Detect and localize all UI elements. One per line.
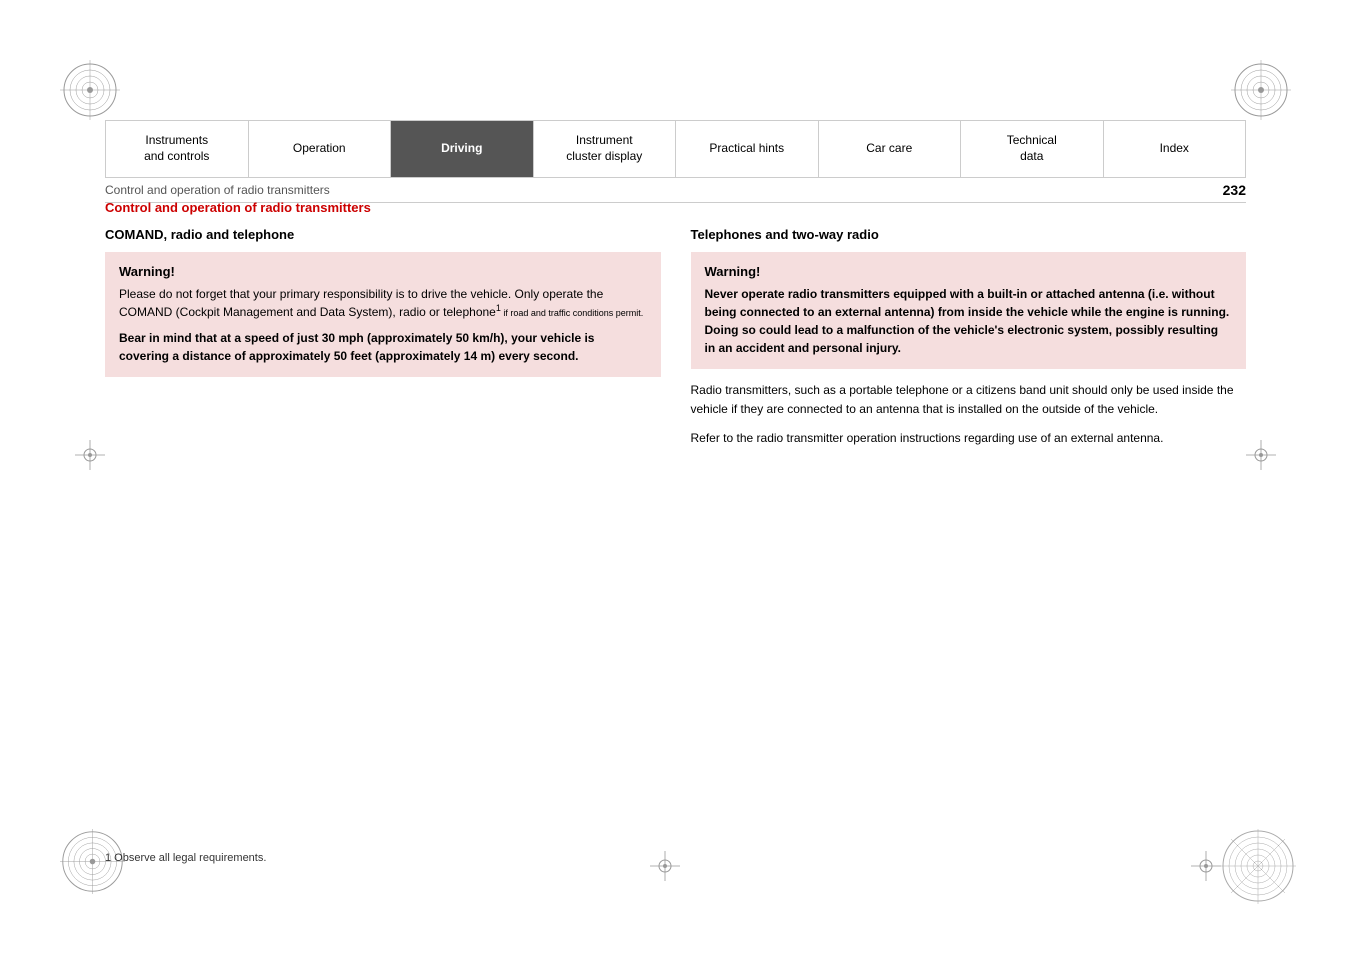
left-warning-title: Warning! [119,264,647,279]
nav-item-instruments-label: Instruments and controls [144,133,209,164]
nav-item-instruments[interactable]: Instruments and controls [106,121,249,177]
nav-item-driving[interactable]: Driving [391,121,534,177]
left-column: COMAND, radio and telephone Warning! Ple… [105,227,661,459]
nav-bar: Instruments and controls Operation Drivi… [105,120,1246,178]
left-warning-box: Warning! Please do not forget that your … [105,252,661,377]
left-warning-bold-text: Bear in mind that at a speed of just 30 … [119,329,647,365]
nav-item-driving-label: Driving [441,141,482,157]
left-warning-bold-content: Bear in mind that at a speed of just 30 … [119,331,594,363]
nav-item-technical-data[interactable]: Technical data [961,121,1104,177]
nav-item-instrument-cluster[interactable]: Instrument cluster display [534,121,677,177]
left-warning-normal-text: Please do not forget that your primary r… [119,287,643,319]
nav-item-index[interactable]: Index [1104,121,1246,177]
nav-item-car-care-label: Car care [866,141,912,157]
main-content: Control and operation of radio transmitt… [105,200,1246,874]
nav-item-technical-data-label: Technical data [1007,133,1057,164]
footnote: 1 Observe all legal requirements. [105,852,266,864]
left-edge-cross [75,440,105,473]
nav-item-index-label: Index [1160,141,1189,157]
right-column: Telephones and two-way radio Warning! Ne… [691,227,1247,459]
nav-item-operation-label: Operation [293,141,346,157]
right-warning-bold-text: Never operate radio transmitters equippe… [705,285,1233,357]
nav-item-car-care[interactable]: Car care [819,121,962,177]
left-column-title: COMAND, radio and telephone [105,227,661,242]
footnote-inline-text: if road and traffic conditions permit. [501,308,643,318]
section-title: Control and operation of radio transmitt… [105,200,1246,215]
right-warning-box: Warning! Never operate radio transmitter… [691,252,1247,369]
nav-item-practical-hints-label: Practical hints [709,141,784,157]
nav-item-operation[interactable]: Operation [249,121,392,177]
right-body-text-2: Refer to the radio transmitter operation… [691,429,1247,448]
right-warning-bold-content: Never operate radio transmitters equippe… [705,287,1230,355]
page-number: 232 [1223,182,1246,198]
right-body-text-1: Radio transmitters, such as a portable t… [691,381,1247,419]
right-edge-cross [1246,440,1276,473]
right-warning-title: Warning! [705,264,1233,279]
corner-decoration-tr [1231,60,1291,120]
breadcrumb: Control and operation of radio transmitt… [105,183,1203,197]
right-column-title: Telephones and two-way radio [691,227,1247,242]
left-warning-text: Please do not forget that your primary r… [119,285,647,321]
two-column-layout: COMAND, radio and telephone Warning! Ple… [105,227,1246,459]
corner-decoration-tl [60,60,120,120]
nav-item-instrument-cluster-label: Instrument cluster display [566,133,642,164]
nav-item-practical-hints[interactable]: Practical hints [676,121,819,177]
